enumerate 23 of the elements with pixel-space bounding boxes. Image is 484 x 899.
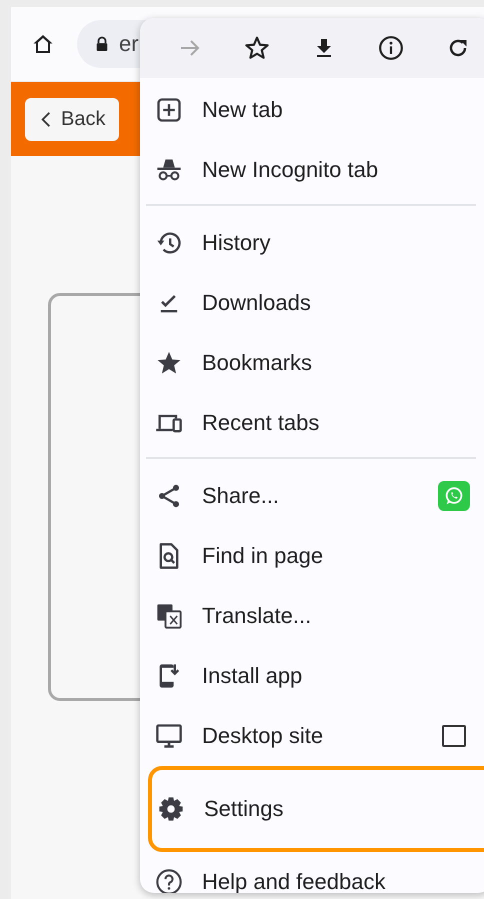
menu-item[interactable]: Bookmarks xyxy=(140,333,484,393)
help-icon xyxy=(155,868,183,893)
back-button[interactable]: Back xyxy=(25,98,120,140)
menu-item[interactable]: Install app xyxy=(140,646,484,706)
menu-item[interactable]: Share... xyxy=(140,466,484,526)
menu-item[interactable]: History xyxy=(140,213,484,273)
menu-item[interactable]: Settings xyxy=(148,766,484,852)
monitor-icon xyxy=(155,722,183,750)
gear-icon xyxy=(157,795,185,823)
menu-item[interactable]: Desktop site xyxy=(140,706,484,766)
plus-square-icon xyxy=(155,96,183,124)
home-icon[interactable] xyxy=(31,32,55,56)
chevron-left-icon xyxy=(41,110,51,128)
menu-item[interactable]: New tab xyxy=(140,80,484,140)
translate-icon xyxy=(155,602,183,630)
lock-icon xyxy=(95,36,109,52)
menu-item[interactable]: Translate... xyxy=(140,586,484,646)
url-text: er xyxy=(119,31,139,57)
checkbox[interactable] xyxy=(442,725,466,747)
menu-item[interactable]: Find in page xyxy=(140,526,484,586)
menu-item[interactable]: New Incognito tab xyxy=(140,140,484,200)
menu-item[interactable]: Recent tabs xyxy=(140,393,484,453)
menu-item[interactable]: Downloads xyxy=(140,273,484,333)
